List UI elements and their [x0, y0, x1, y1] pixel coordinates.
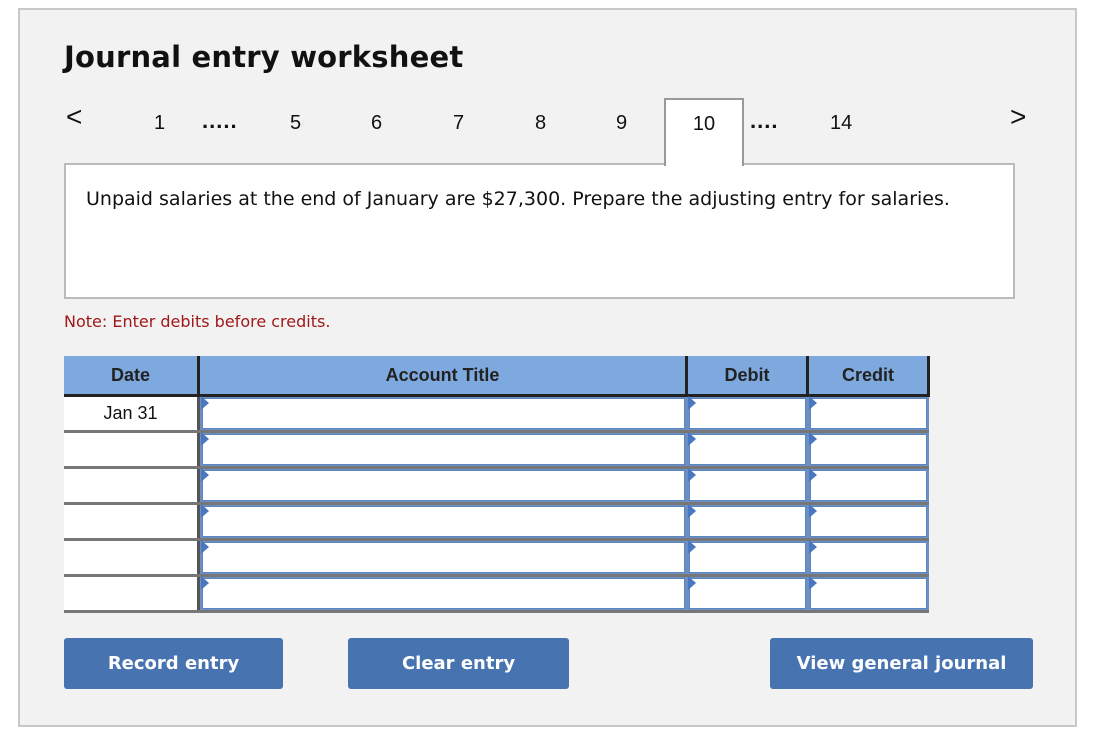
- header-debit: Debit: [686, 356, 809, 397]
- tab-7[interactable]: 7: [453, 112, 464, 135]
- chevron-left-icon[interactable]: <: [66, 103, 82, 131]
- tab-6[interactable]: 6: [371, 112, 382, 135]
- date-cell[interactable]: [64, 467, 200, 505]
- credit-input[interactable]: [809, 470, 927, 501]
- account-title-dropdown[interactable]: [202, 398, 685, 429]
- tab-10-active[interactable]: 10: [664, 98, 744, 166]
- debit-input[interactable]: [688, 434, 806, 465]
- view-general-journal-button[interactable]: View general journal: [770, 638, 1033, 689]
- date-cell[interactable]: [64, 539, 200, 577]
- date-cell[interactable]: Jan 31: [64, 395, 200, 433]
- tab-5[interactable]: 5: [290, 112, 301, 135]
- table-row: [64, 431, 929, 469]
- debit-input[interactable]: [688, 578, 806, 609]
- credit-input[interactable]: [809, 506, 927, 537]
- credit-cell: [807, 467, 929, 505]
- table-row: [64, 539, 929, 577]
- table-row: Jan 31: [64, 395, 929, 433]
- journal-table: Date Account Title Debit Credit Jan 31: [64, 356, 930, 613]
- note-text: Note: Enter debits before credits.: [64, 312, 331, 331]
- account-title-cell: [198, 575, 687, 613]
- debit-cell: [686, 503, 808, 541]
- account-title-cell: [198, 539, 687, 577]
- pagination-ellipsis: .....: [202, 108, 238, 133]
- account-title-dropdown[interactable]: [202, 470, 685, 501]
- record-entry-button[interactable]: Record entry: [64, 638, 283, 689]
- date-cell[interactable]: [64, 503, 200, 541]
- debit-cell: [686, 539, 808, 577]
- account-title-cell: [198, 467, 687, 505]
- debit-input[interactable]: [688, 470, 806, 501]
- credit-input[interactable]: [809, 578, 927, 609]
- tab-1[interactable]: 1: [154, 112, 165, 135]
- date-cell[interactable]: [64, 575, 200, 613]
- account-title-dropdown[interactable]: [202, 506, 685, 537]
- debit-input[interactable]: [688, 506, 806, 537]
- tab-8[interactable]: 8: [535, 112, 546, 135]
- credit-input[interactable]: [809, 398, 927, 429]
- tab-9[interactable]: 9: [616, 112, 627, 135]
- table-header-row: Date Account Title Debit Credit: [64, 356, 930, 397]
- credit-input[interactable]: [809, 542, 927, 573]
- account-title-dropdown[interactable]: [202, 578, 685, 609]
- credit-cell: [807, 575, 929, 613]
- header-date: Date: [64, 356, 200, 397]
- credit-cell: [807, 503, 929, 541]
- account-title-dropdown[interactable]: [202, 434, 685, 465]
- header-account-title: Account Title: [198, 356, 688, 397]
- account-title-cell: [198, 431, 687, 469]
- credit-cell: [807, 395, 929, 433]
- tab-14[interactable]: 14: [830, 112, 852, 135]
- debit-input[interactable]: [688, 542, 806, 573]
- date-cell[interactable]: [64, 431, 200, 469]
- debit-cell: [686, 431, 808, 469]
- account-title-cell: [198, 503, 687, 541]
- clear-entry-button[interactable]: Clear entry: [348, 638, 569, 689]
- debit-input[interactable]: [688, 398, 806, 429]
- question-text: Unpaid salaries at the end of January ar…: [86, 188, 950, 210]
- chevron-right-icon[interactable]: >: [1010, 103, 1026, 131]
- account-title-dropdown[interactable]: [202, 542, 685, 573]
- account-title-cell: [198, 395, 687, 433]
- header-credit: Credit: [807, 356, 930, 397]
- table-row: [64, 467, 929, 505]
- pagination-ellipsis: ....: [750, 108, 779, 133]
- table-row: [64, 503, 929, 541]
- debit-cell: [686, 395, 808, 433]
- debit-cell: [686, 575, 808, 613]
- question-box: Unpaid salaries at the end of January ar…: [64, 163, 1015, 299]
- credit-input[interactable]: [809, 434, 927, 465]
- credit-cell: [807, 431, 929, 469]
- page-title: Journal entry worksheet: [64, 40, 464, 74]
- credit-cell: [807, 539, 929, 577]
- debit-cell: [686, 467, 808, 505]
- table-row: [64, 575, 929, 613]
